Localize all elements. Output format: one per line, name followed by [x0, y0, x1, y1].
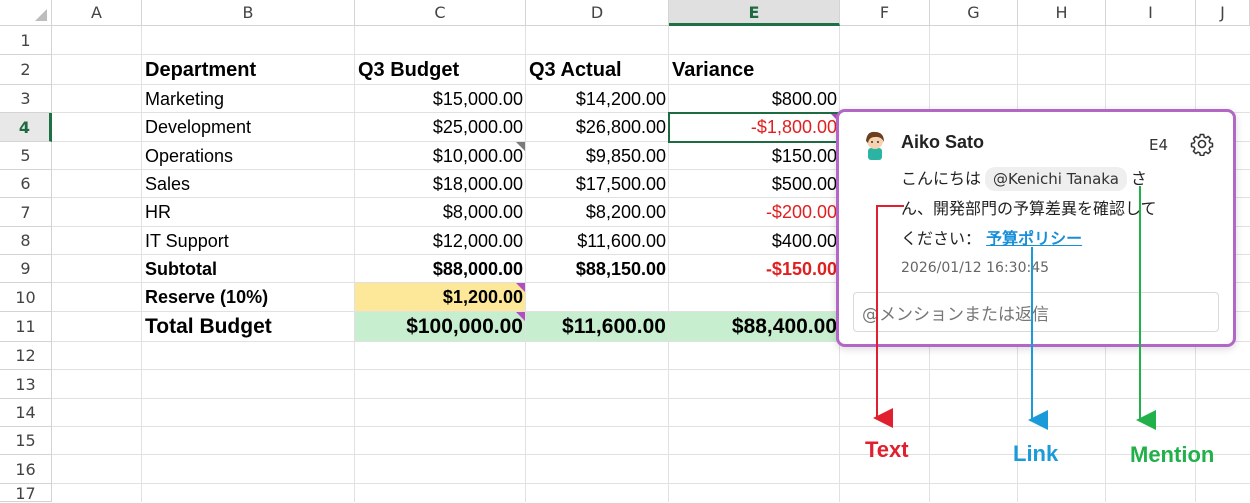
- annotation-mention-label: Mention: [1130, 442, 1215, 467]
- mention-chip[interactable]: @Kenichi Tanaka: [985, 167, 1127, 191]
- comment-text: こんにちは: [901, 169, 982, 188]
- cell-total-variance[interactable]: $88,400.00: [669, 312, 840, 342]
- header-department[interactable]: Department: [142, 55, 355, 85]
- cell-variance[interactable]: $500.00: [669, 170, 840, 198]
- cell-total-budget[interactable]: $100,000.00: [355, 312, 526, 342]
- avatar-icon: [866, 131, 884, 160]
- cell-budget[interactable]: $25,000.00: [355, 113, 526, 142]
- reply-input[interactable]: @メンションまたは返信: [853, 292, 1219, 332]
- policy-link[interactable]: 予算ポリシー: [986, 229, 1082, 248]
- column-header-b[interactable]: B: [142, 0, 355, 26]
- cell-dept[interactable]: Operations: [142, 142, 355, 170]
- header-variance[interactable]: Variance: [669, 55, 840, 85]
- cell-budget[interactable]: $15,000.00: [355, 85, 526, 113]
- cell-actual[interactable]: $9,850.00: [526, 142, 669, 170]
- cell-dept[interactable]: HR: [142, 198, 355, 227]
- annotation-text-label: Text: [865, 437, 909, 462]
- row-header-14[interactable]: 14: [0, 399, 52, 427]
- cell-subtotal-budget[interactable]: $88,000.00: [355, 255, 526, 283]
- column-header-h[interactable]: H: [1018, 0, 1106, 26]
- cell-dept[interactable]: Development: [142, 113, 355, 142]
- cell-subtotal-label[interactable]: Subtotal: [142, 255, 355, 283]
- cell-reserve-label[interactable]: Reserve (10%): [142, 283, 355, 312]
- corner-select-icon: [35, 9, 47, 21]
- cell-variance[interactable]: $800.00: [669, 85, 840, 113]
- row-header-6[interactable]: 6: [0, 170, 52, 198]
- cell-actual[interactable]: $26,800.00: [526, 113, 669, 142]
- cell-dept[interactable]: Marketing: [142, 85, 355, 113]
- cell-budget[interactable]: $12,000.00: [355, 227, 526, 255]
- cell-total-label[interactable]: Total Budget: [142, 312, 355, 342]
- cell-variance[interactable]: $150.00: [669, 142, 840, 170]
- column-header-f[interactable]: F: [840, 0, 930, 26]
- cell-variance[interactable]: $400.00: [669, 227, 840, 255]
- comment-body: こんにちは @Kenichi Tanaka さ ん、開発部門の予算差異を確認して く…: [901, 164, 1221, 254]
- row-header-5[interactable]: 5: [0, 142, 52, 170]
- note-indicator: [516, 142, 525, 151]
- column-header-i[interactable]: I: [1106, 0, 1196, 26]
- annotation-link-label: Link: [1013, 441, 1059, 466]
- comment-author: Aiko Sato: [901, 132, 985, 152]
- column-header-e[interactable]: E: [669, 0, 840, 26]
- cell-budget[interactable]: $10,000.00: [355, 142, 526, 170]
- row-header-2[interactable]: 2: [0, 55, 52, 85]
- gear-icon[interactable]: [1190, 132, 1214, 156]
- column-header-j[interactable]: J: [1196, 0, 1250, 26]
- header-q3-actual[interactable]: Q3 Actual: [526, 55, 669, 85]
- row-header-15[interactable]: 15: [0, 427, 52, 455]
- column-header-d[interactable]: D: [526, 0, 669, 26]
- row-header-7[interactable]: 7: [0, 198, 52, 227]
- row-header-13[interactable]: 13: [0, 370, 52, 399]
- column-header-g[interactable]: G: [930, 0, 1018, 26]
- row-header-4[interactable]: 4: [0, 113, 52, 142]
- cell-actual[interactable]: $14,200.00: [526, 85, 669, 113]
- comment-timestamp: 2026/01/12 16:30:45: [901, 260, 1050, 276]
- column-header-c[interactable]: C: [355, 0, 526, 26]
- row-header-1[interactable]: 1: [0, 26, 52, 55]
- row-header-9[interactable]: 9: [0, 255, 52, 283]
- comment-indicator: [516, 312, 525, 321]
- cell-budget[interactable]: $18,000.00: [355, 170, 526, 198]
- cell-budget[interactable]: $8,000.00: [355, 198, 526, 227]
- selected-cell-border: [668, 112, 840, 143]
- cell-actual[interactable]: $8,200.00: [526, 198, 669, 227]
- comment-text: ください：: [901, 229, 982, 248]
- row-header-12[interactable]: 12: [0, 342, 52, 370]
- comment-cell-ref: E4: [1149, 136, 1169, 154]
- header-q3-budget[interactable]: Q3 Budget: [355, 55, 526, 85]
- cell-dept[interactable]: Sales: [142, 170, 355, 198]
- cell-actual[interactable]: $11,600.00: [526, 227, 669, 255]
- cell-subtotal-actual[interactable]: $88,150.00: [526, 255, 669, 283]
- row-header-17[interactable]: 17: [0, 484, 52, 503]
- comment-indicator: [516, 283, 525, 292]
- comment-text: ん、開発部門の予算差異を確認して: [901, 199, 1157, 218]
- cell-variance[interactable]: -$200.00: [669, 198, 840, 227]
- select-all-corner[interactable]: [0, 0, 52, 26]
- comment-card[interactable]: Aiko Sato E4 こんにちは @Kenichi Tanaka さ ん、開発部…: [836, 109, 1236, 347]
- cell-total-actual[interactable]: $11,600.00: [526, 312, 669, 342]
- cell-actual[interactable]: $17,500.00: [526, 170, 669, 198]
- comment-text: さ: [1130, 169, 1147, 188]
- cell-reserve-budget[interactable]: $1,200.00: [355, 283, 526, 312]
- cell-subtotal-variance[interactable]: -$150.00: [669, 255, 840, 283]
- cell-dept[interactable]: IT Support: [142, 227, 355, 255]
- row-header-16[interactable]: 16: [0, 455, 52, 484]
- row-header-11[interactable]: 11: [0, 312, 52, 342]
- column-header-a[interactable]: A: [52, 0, 142, 26]
- row-header-8[interactable]: 8: [0, 227, 52, 255]
- row-header-10[interactable]: 10: [0, 283, 52, 312]
- row-header-3[interactable]: 3: [0, 85, 52, 113]
